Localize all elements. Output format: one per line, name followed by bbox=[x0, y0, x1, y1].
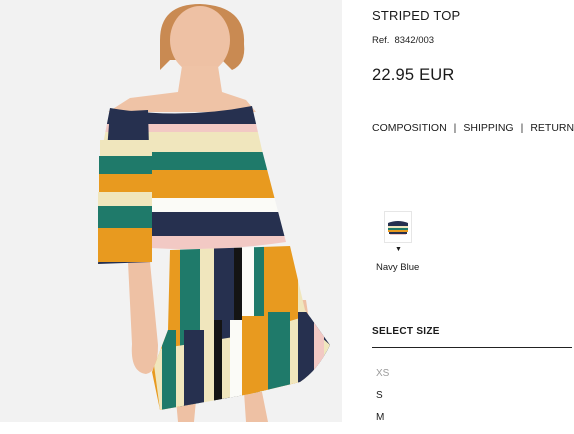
size-option-m[interactable]: M bbox=[376, 412, 389, 434]
swatch-thumbnail-icon bbox=[385, 212, 411, 242]
link-separator: | bbox=[453, 122, 457, 134]
select-size-heading: SELECT SIZE bbox=[372, 326, 440, 337]
size-divider bbox=[372, 347, 572, 348]
size-option-s[interactable]: S bbox=[376, 390, 389, 412]
size-option-xs[interactable]: XS bbox=[376, 368, 389, 390]
product-title: STRIPED TOP bbox=[372, 8, 461, 23]
reference-label: Ref. bbox=[372, 35, 390, 46]
product-price: 22.95 EUR bbox=[372, 66, 455, 84]
model-wearing-striped-top-image bbox=[0, 0, 342, 422]
size-options: XS S M bbox=[376, 368, 389, 434]
link-separator: | bbox=[520, 122, 524, 134]
shipping-link[interactable]: SHIPPING bbox=[463, 122, 513, 134]
composition-link[interactable]: COMPOSITION bbox=[372, 122, 447, 134]
product-photo[interactable] bbox=[0, 0, 342, 422]
color-name: Navy Blue bbox=[376, 262, 420, 273]
return-link[interactable]: RETURN bbox=[530, 122, 574, 134]
selected-color-marker-icon: ▼ bbox=[395, 246, 402, 253]
product-info-panel: STRIPED TOP Ref. 8342/003 22.95 EUR COMPO… bbox=[372, 0, 574, 423]
product-reference: Ref. 8342/003 bbox=[372, 35, 434, 46]
color-swatch-navy-blue[interactable] bbox=[384, 211, 412, 243]
info-links: COMPOSITION | SHIPPING | RETURN bbox=[372, 122, 574, 134]
reference-code: 8342/003 bbox=[394, 35, 435, 46]
